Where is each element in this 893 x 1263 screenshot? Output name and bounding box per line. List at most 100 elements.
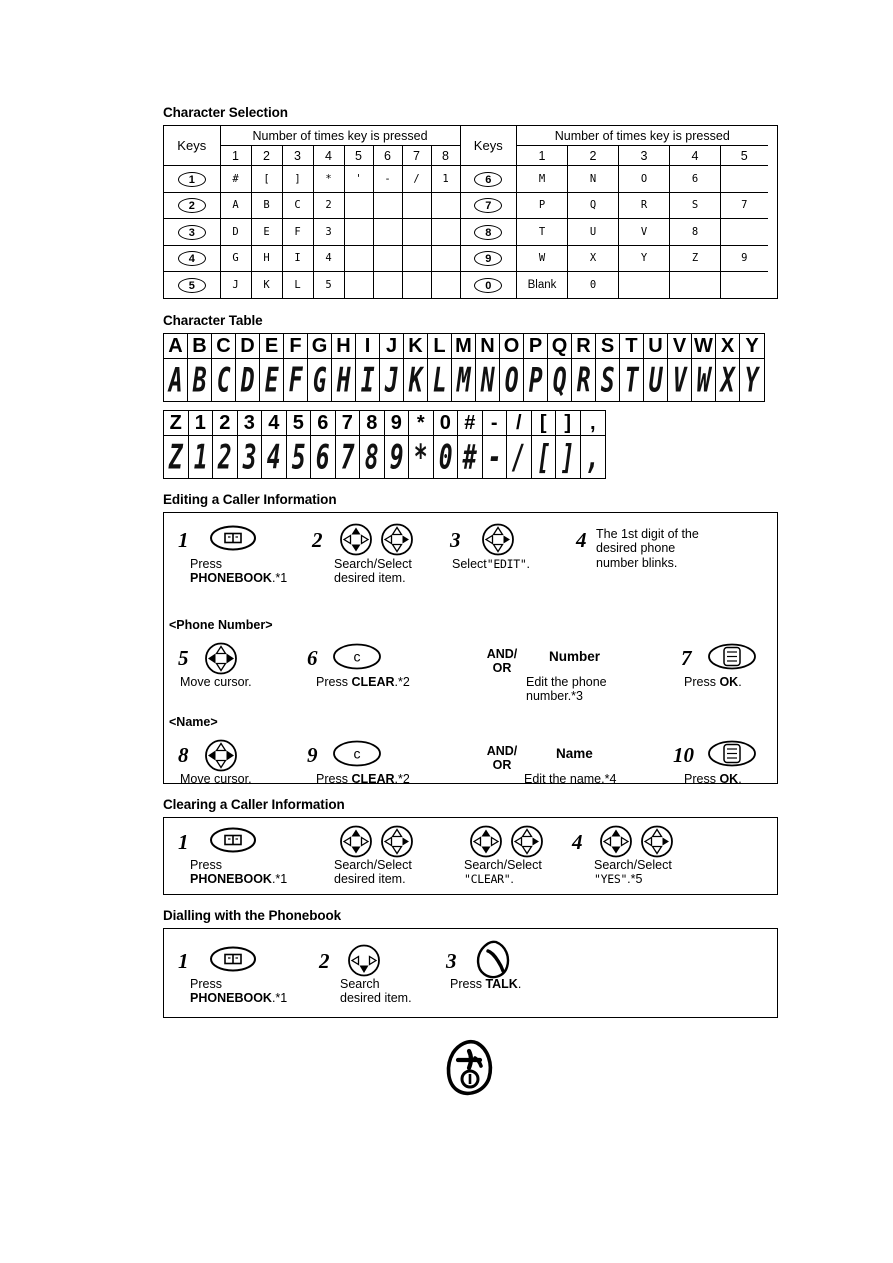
char-cell: ]: [281, 165, 314, 193]
char-table-letter: E: [260, 333, 284, 359]
char-cell: P: [516, 191, 568, 219]
char-table-lcd-glyph: S: [596, 358, 620, 401]
char-table-letter: 8: [360, 410, 385, 436]
joystick-pair-icon[interactable]: [339, 825, 415, 858]
step-8-text: Move cursor.: [180, 771, 252, 786]
dialling-step-1-key: PHONEBOOK: [190, 991, 272, 1005]
char-table-lcd-glyph: 1: [189, 435, 213, 478]
char-table-lcd-glyph: R: [572, 358, 596, 401]
step-number-7: 7: [681, 645, 692, 670]
char-table-letter: Z: [164, 410, 189, 436]
ok-icon[interactable]: [707, 740, 757, 767]
char-table-lcd-glyph: E: [260, 358, 284, 401]
phonebook-icon[interactable]: [209, 525, 257, 551]
char-cell: K: [250, 271, 283, 298]
char-table-letter: 3: [237, 410, 262, 436]
table-row: 2ABC2: [164, 191, 461, 219]
char-table-lcd-glyph: 8: [360, 435, 385, 478]
section-clearing: Clearing a Caller Information 1 Press PH…: [163, 797, 778, 895]
char-table-letter: L: [428, 333, 452, 359]
section-character-selection: Character Selection Keys Number of times…: [163, 105, 778, 299]
character-table-letters-row2: Z 1 2 3 4 5 6 7 8 9 * 0 # - /[],: [164, 410, 605, 436]
char-table-letter: X: [716, 333, 740, 359]
char-cell: [343, 244, 374, 272]
press-count-header-right: Number of times key is pressed: [516, 126, 768, 146]
joystick-updown-icon[interactable]: [347, 944, 381, 977]
char-cell: 7: [720, 191, 768, 219]
ok-icon[interactable]: [707, 643, 757, 670]
svg-text:c: c: [354, 648, 361, 664]
char-table-lcd-glyph: H: [332, 358, 356, 401]
step-number-10: 10: [673, 742, 694, 767]
key-oval: 8: [474, 224, 503, 240]
talk-icon[interactable]: [474, 939, 514, 981]
group-label-phone-number: <Phone Number>: [169, 617, 273, 632]
char-table-letter: S: [596, 333, 620, 359]
char-table-lcd-glyph: ]: [556, 435, 581, 478]
step-number-3: 3: [446, 948, 457, 973]
char-table-letter: M: [452, 333, 476, 359]
key-oval: 2: [177, 198, 206, 214]
clear-icon[interactable]: c: [332, 643, 382, 670]
dialling-step-2-text: Search desired item.: [340, 976, 412, 1006]
char-table-lcd-glyph: F: [284, 358, 308, 401]
phonebook-icon[interactable]: [209, 827, 257, 853]
char-table-letter: [: [531, 410, 556, 436]
key-cell-2: 2: [164, 191, 221, 219]
clearing-step-3-text: Search/Select "CLEAR".: [464, 857, 542, 887]
footer-icon-wrap: [163, 1038, 778, 1105]
char-cell: G: [219, 244, 252, 272]
char-cell: N: [567, 165, 619, 193]
clear-icon[interactable]: c: [332, 740, 382, 767]
char-table-letter: 2: [213, 410, 238, 436]
char-cell: [372, 191, 403, 219]
step-number-1: 1: [178, 527, 189, 552]
char-table-lcd-glyph: -: [483, 435, 507, 478]
joystick-lr-icon[interactable]: [204, 642, 238, 675]
joystick-pair-icon[interactable]: [599, 825, 675, 858]
clearing-confirm-item: "YES": [594, 872, 628, 886]
name-instruction: Edit the name.*4: [524, 771, 617, 786]
char-table-letter: 1: [188, 410, 213, 436]
press-count-2: 2: [567, 145, 619, 166]
char-table-letter: 6: [311, 410, 336, 436]
step-2-text: Search/Select desired item.: [334, 556, 412, 586]
clearing-steps-box: 1 Press PHONEBOOK.*1 Search/Select desir…: [163, 816, 778, 895]
phonebook-icon[interactable]: [209, 946, 257, 972]
character-selection-table-right: Keys Number of times key is pressed 1 2 …: [460, 126, 768, 298]
char-table-lcd-glyph: *: [409, 435, 434, 478]
char-cell: L: [281, 271, 314, 298]
char-table-letter: ,: [580, 411, 605, 436]
step-1-text: Press PHONEBOOK.*1: [190, 556, 288, 586]
joystick-lr-icon[interactable]: [204, 739, 238, 772]
char-cell: [: [250, 165, 283, 193]
press-count-4: 4: [312, 145, 345, 166]
char-cell: *: [312, 165, 345, 193]
step-number-6: 6: [307, 645, 318, 670]
step-7-key: OK: [719, 674, 739, 689]
step-number-4: 4: [572, 829, 583, 854]
char-table-letter: G: [308, 333, 332, 359]
char-cell: ': [343, 165, 374, 193]
key-cell-9: 9: [460, 244, 517, 272]
char-cell: [720, 165, 768, 193]
phone-off-icon: [444, 1039, 498, 1104]
joystick-pair-icon[interactable]: [469, 825, 545, 858]
joystick-right-icon[interactable]: [481, 523, 515, 556]
clearing-step-4-text: Search/Select "YES".*5: [594, 857, 672, 887]
char-cell: [669, 271, 721, 298]
section-title-character-selection: Character Selection: [163, 105, 288, 120]
key-cell-7: 7: [460, 191, 517, 219]
char-table-lcd-glyph: G: [308, 358, 332, 401]
and-or-line2: OR: [492, 660, 512, 675]
key-oval: 7: [474, 198, 503, 214]
step-7-text: Press OK.: [684, 674, 742, 689]
char-table-lcd-glyph: #: [458, 435, 483, 478]
char-table-lcd-glyph: W: [692, 358, 716, 401]
table-row: 0 Blank 0: [460, 271, 768, 298]
char-cell: W: [516, 244, 568, 272]
joystick-pair-icon[interactable]: [339, 523, 415, 556]
section-title-dialling: Dialling with the Phonebook: [163, 907, 342, 923]
section-title-character-table: Character Table: [163, 312, 263, 328]
char-cell: 2: [312, 191, 345, 219]
